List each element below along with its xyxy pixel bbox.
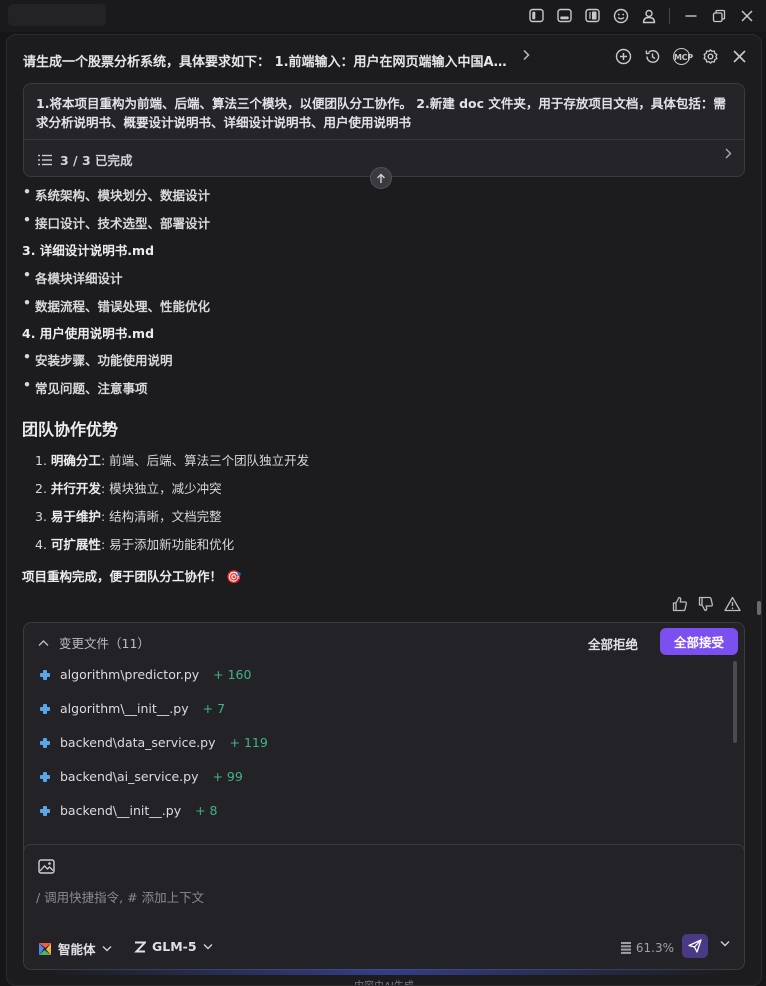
agent-logo-icon: [39, 942, 51, 955]
expand-chevron-icon[interactable]: [724, 148, 732, 163]
advantage-item-1: 1. 明确分工: 前端、后端、算法三个团队独立开发: [35, 453, 310, 468]
report-warning-icon[interactable]: [723, 595, 741, 613]
reject-all-button[interactable]: 全部拒绝: [588, 634, 638, 653]
python-file-icon: [40, 703, 50, 714]
changed-file-row[interactable]: algorithm\predictor.py + 160: [40, 667, 251, 682]
chat-scrollbar[interactable]: [757, 601, 761, 615]
manual-bullet-1: 安装步骤、功能使用说明: [23, 349, 172, 369]
chat-panel: 请生成一个股票分析系统，具体要求如下： 1.前端输入：用户在网页端输入中国A股.…: [6, 34, 762, 986]
python-file-icon: [40, 771, 50, 782]
context-usage[interactable]: 61.3%: [620, 941, 674, 955]
file-path: backend\ai_service.py: [60, 769, 199, 784]
changed-file-row[interactable]: backend\data_service.py + 119: [40, 735, 268, 750]
image-upload-icon[interactable]: [38, 859, 55, 874]
close-panel-icon[interactable]: [730, 47, 749, 66]
history-icon[interactable]: [643, 47, 662, 66]
task-progress[interactable]: 3 / 3 已完成: [38, 150, 133, 169]
python-file-icon: [40, 737, 50, 748]
chevron-down-icon: [203, 944, 213, 950]
chevron-right-icon[interactable]: [521, 49, 531, 65]
advantage-item-3: 3. 易于维护: 结构清晰，文档完整: [35, 509, 222, 524]
changed-file-row[interactable]: backend\ai_service.py + 99: [40, 769, 243, 784]
chat-input-box: / 调用快捷指令, # 添加上下文 智能体 GLM-5 61.3%: [23, 844, 745, 970]
title-bar: [0, 0, 766, 32]
advantage-item-2: 2. 并行开发: 模块独立，减少冲突: [35, 481, 222, 496]
design-bullet-2: 接口设计、技术选型、部署设计: [23, 212, 210, 232]
split-view-icon[interactable]: [583, 6, 602, 25]
additions-count: + 160: [213, 667, 252, 682]
python-file-icon: [40, 669, 50, 680]
smiley-icon[interactable]: [611, 6, 630, 25]
sidebar-left-icon[interactable]: [527, 6, 546, 25]
completion-message: 项目重构完成，便于团队分工协作！ 🎯: [22, 569, 242, 584]
additions-count: + 8: [195, 803, 218, 818]
list-icon: [38, 154, 52, 165]
additions-count: + 7: [202, 701, 226, 716]
file-path: algorithm\predictor.py: [60, 667, 200, 682]
send-button[interactable]: [682, 934, 708, 958]
additions-count: + 99: [212, 769, 243, 784]
arrow-up-icon: [377, 173, 385, 183]
conversation-title[interactable]: 请生成一个股票分析系统，具体要求如下： 1.前端输入：用户在网页端输入中国A股.…: [23, 51, 513, 70]
changed-file-row[interactable]: algorithm\__init__.py + 7: [40, 701, 225, 716]
advantages-heading: 团队协作优势: [22, 420, 119, 439]
detail-bullet-1: 各模块详细设计: [23, 267, 122, 287]
changed-files-toggle[interactable]: 变更文件（11）: [38, 633, 150, 652]
agent-selector[interactable]: 智能体: [38, 939, 112, 958]
titlebar-separator: [669, 7, 670, 24]
user-icon[interactable]: [639, 6, 658, 25]
accept-all-button[interactable]: 全部接受: [660, 628, 738, 655]
design-bullet-1: 系统架构、模块划分、数据设计: [23, 184, 210, 204]
chat-input-placeholder[interactable]: / 调用快捷指令, # 添加上下文: [36, 887, 204, 906]
model-selector[interactable]: GLM-5: [134, 939, 213, 954]
search-box[interactable]: [8, 4, 106, 26]
task-divider: [24, 139, 744, 140]
new-chat-icon[interactable]: [614, 47, 633, 66]
task-description: 1.将本项目重构为前端、后端、算法三个模块，以便团队分工协作。 2.新建 doc…: [36, 96, 726, 130]
zhipu-logo-icon: [134, 941, 146, 952]
thumbs-up-icon[interactable]: [671, 595, 689, 613]
chat-header: 请生成一个股票分析系统，具体要求如下： 1.前端输入：用户在网页端输入中国A股.…: [7, 35, 761, 83]
changed-files-panel: 变更文件（11） 全部拒绝 全部接受 algorithm\predictor.p…: [23, 622, 745, 872]
chevron-down-icon: [102, 946, 112, 952]
close-window-icon[interactable]: [737, 6, 756, 25]
feedback-bar: [671, 595, 741, 613]
mcp-icon[interactable]: MCP: [672, 47, 693, 66]
agent-label: 智能体: [58, 942, 96, 957]
changed-files-title: 变更文件（11）: [59, 636, 150, 651]
settings-gear-icon[interactable]: [701, 47, 720, 66]
thumbs-down-icon[interactable]: [697, 595, 715, 613]
file-path: algorithm\__init__.py: [60, 701, 189, 716]
panel-bottom-icon[interactable]: [555, 6, 574, 25]
detail-bullet-2: 数据流程、错误处理、性能优化: [23, 295, 210, 315]
model-label: GLM-5: [152, 939, 197, 954]
context-usage-value: 61.3%: [635, 941, 674, 955]
python-file-icon: [40, 805, 50, 816]
file-path: backend\__init__.py: [60, 803, 182, 818]
manual-doc-title: 4. 用户使用说明书.md: [22, 326, 155, 341]
manual-bullet-2: 常见问题、注意事项: [23, 377, 147, 397]
task-summary-card[interactable]: 1.将本项目重构为前端、后端、算法三个模块，以便团队分工协作。 2.新建 doc…: [23, 83, 745, 177]
scroll-to-top-button[interactable]: [370, 167, 392, 189]
ai-generated-notice: 内容由AI生成: [7, 977, 761, 985]
changed-files-scrollbar[interactable]: [733, 661, 737, 743]
task-status-text: 3 / 3 已完成: [60, 153, 133, 168]
minimize-icon[interactable]: [681, 6, 700, 25]
send-icon: [688, 939, 702, 953]
changed-file-row[interactable]: backend\__init__.py + 8: [40, 803, 218, 818]
restore-icon[interactable]: [709, 6, 728, 25]
send-options-chevron-icon[interactable]: [720, 937, 730, 950]
detail-doc-title: 3. 详细设计说明书.md: [22, 243, 155, 258]
input-glow: [47, 969, 727, 975]
context-stack-icon: [620, 942, 631, 954]
advantage-item-4: 4. 可扩展性: 易于添加新功能和优化: [35, 537, 235, 552]
target-emoji-icon: 🎯: [226, 569, 242, 584]
additions-count: + 119: [229, 735, 268, 750]
chevron-up-icon: [38, 639, 49, 646]
file-path: backend\data_service.py: [60, 735, 216, 750]
